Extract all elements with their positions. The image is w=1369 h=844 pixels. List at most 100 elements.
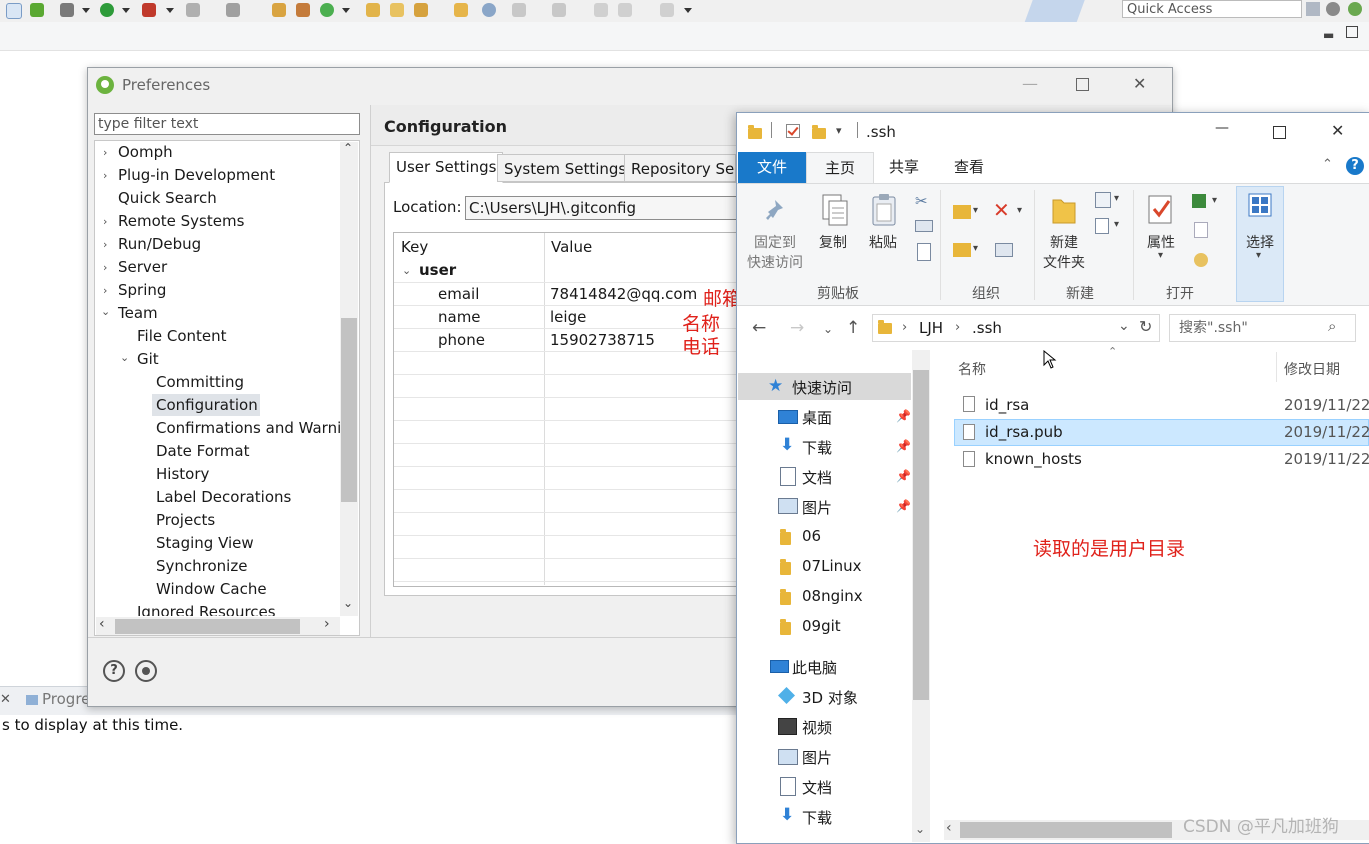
next-annotation-icon[interactable]: [512, 3, 526, 17]
nav-item-pictures[interactable]: 图片: [802, 497, 832, 518]
new-item-icon[interactable]: [1095, 192, 1111, 208]
spring-perspective-icon[interactable]: [1348, 2, 1362, 16]
easy-access-icon[interactable]: [1095, 218, 1109, 234]
tree-item-quick-search[interactable]: Quick Search: [118, 189, 217, 207]
minimize-icon[interactable]: ▬: [1323, 28, 1334, 42]
tree-item-plugin-development[interactable]: Plug-in Development: [118, 166, 275, 184]
tree-item-label-decorations[interactable]: Label Decorations: [156, 488, 291, 506]
tab-user-settings[interactable]: User Settings: [389, 152, 504, 183]
help-icon[interactable]: ?: [103, 660, 125, 682]
tree-item-synchronize[interactable]: Synchronize: [156, 557, 247, 575]
globe-icon[interactable]: [482, 3, 496, 17]
tree-item-git[interactable]: Git: [137, 350, 159, 368]
stop-icon[interactable]: [186, 3, 200, 17]
nav-item-downloads-pc[interactable]: 下载: [802, 807, 832, 828]
quick-access-field[interactable]: Quick Access: [1122, 0, 1302, 18]
tree-item-configuration[interactable]: Configuration: [156, 396, 258, 414]
chevron-right-icon[interactable]: ›: [103, 238, 107, 251]
file-row-name[interactable]: id_rsa.pub: [985, 423, 1063, 441]
refresh-icon[interactable]: ↻: [1139, 317, 1152, 336]
chevron-down-icon[interactable]: ⌄: [1118, 318, 1130, 334]
close-button[interactable]: ✕: [1133, 74, 1146, 93]
ribbon-tab-share[interactable]: 共享: [874, 152, 934, 183]
nav-item-downloads[interactable]: 下载: [802, 437, 832, 458]
address-box[interactable]: [872, 314, 1160, 342]
chevron-down-icon[interactable]: ▾: [1212, 195, 1217, 206]
section-user[interactable]: user: [419, 261, 456, 279]
chevron-down-icon[interactable]: ⌄: [915, 822, 925, 836]
chevron-up-icon[interactable]: ⌃: [343, 141, 353, 155]
nav-scroll-thumb[interactable]: [913, 370, 929, 700]
run-icon[interactable]: [100, 3, 114, 17]
chevron-right-icon[interactable]: ›: [324, 616, 330, 632]
nav-item-this-pc[interactable]: 此电脑: [792, 657, 837, 678]
chevron-left-icon[interactable]: ‹: [946, 820, 952, 836]
chevron-down-icon[interactable]: [342, 8, 350, 13]
back-icon[interactable]: [618, 3, 632, 17]
nav-item-videos[interactable]: 视频: [802, 717, 832, 738]
chevron-down-icon[interactable]: ▾: [1114, 219, 1119, 230]
column-header-date[interactable]: 修改日期: [1284, 359, 1340, 379]
chevron-down-icon[interactable]: ▾: [1158, 250, 1163, 261]
tree-item-spring[interactable]: Spring: [118, 281, 166, 299]
column-divider[interactable]: [544, 233, 545, 585]
chevron-down-icon[interactable]: [684, 8, 692, 13]
nav-item-desktop[interactable]: 桌面: [802, 407, 832, 428]
up-icon[interactable]: ↑: [846, 318, 860, 338]
tree-item-run-debug[interactable]: Run/Debug: [118, 235, 201, 253]
copy-button[interactable]: 复制: [814, 233, 852, 253]
tree-item-confirmations[interactable]: Confirmations and Warnir: [156, 419, 347, 437]
tree-scroll-thumb[interactable]: [341, 318, 357, 502]
file-row-name[interactable]: id_rsa: [985, 396, 1029, 414]
nav-item-3d-objects[interactable]: 3D 对象: [802, 687, 858, 708]
pencil-icon[interactable]: [414, 3, 428, 17]
properties-quick-icon[interactable]: [786, 124, 800, 138]
nav-item-pictures-pc[interactable]: 图片: [802, 747, 832, 768]
chevron-down-icon[interactable]: ⌄: [101, 305, 110, 318]
chevron-down-icon[interactable]: ▾: [1017, 205, 1022, 216]
cut-icon[interactable]: ✂: [915, 192, 928, 210]
nav-item-08nginx[interactable]: 08nginx: [802, 587, 863, 605]
table-row-key[interactable]: phone: [438, 331, 485, 349]
tree-item-staging-view[interactable]: Staging View: [156, 534, 254, 552]
import-export-icon[interactable]: [135, 660, 157, 682]
chevron-right-icon[interactable]: ›: [103, 169, 107, 182]
connect-icon[interactable]: [226, 3, 240, 17]
chevron-down-icon[interactable]: [82, 8, 90, 13]
new-server-icon[interactable]: [272, 3, 286, 17]
chevron-right-icon[interactable]: ›: [103, 261, 107, 274]
breadcrumb-ljh[interactable]: LJH: [919, 319, 943, 337]
tab-repository-settings[interactable]: Repository Se: [624, 154, 736, 182]
key-column-header[interactable]: Key: [401, 238, 428, 256]
tree-item-projects[interactable]: Projects: [156, 511, 215, 529]
column-header-name[interactable]: 名称: [958, 359, 986, 379]
tree-item-file-content[interactable]: File Content: [137, 327, 227, 345]
filter-input[interactable]: type filter text: [94, 113, 360, 135]
maximize-icon[interactable]: [1346, 26, 1358, 38]
open-type-icon[interactable]: [366, 3, 380, 17]
pin-icon[interactable]: 📌: [896, 469, 911, 483]
close-button[interactable]: ✕: [1331, 121, 1344, 140]
chevron-down-icon[interactable]: ⌄: [120, 351, 129, 364]
customize-toolbar-icon[interactable]: ▾: [836, 124, 842, 137]
package-icon[interactable]: [296, 3, 310, 17]
forward-icon[interactable]: [660, 3, 674, 17]
file-row-name[interactable]: known_hosts: [985, 450, 1082, 468]
breadcrumb-separator-icon[interactable]: ›: [955, 320, 960, 335]
new-folder-button[interactable]: 新建 文件夹: [1040, 233, 1088, 273]
ribbon-tab-view[interactable]: 查看: [940, 152, 998, 183]
nav-item-documents-pc[interactable]: 文档: [802, 777, 832, 798]
location-field[interactable]: C:\Users\LJH\.gitconfig: [465, 196, 755, 220]
pin-to-quick-access-button[interactable]: 固定到 快速访问: [744, 233, 806, 273]
pin-icon[interactable]: 📌: [896, 439, 911, 453]
nav-item-06[interactable]: 06: [802, 527, 821, 545]
history-icon[interactable]: [1194, 253, 1208, 267]
new-class-icon[interactable]: [320, 3, 334, 17]
tree-item-history[interactable]: History: [156, 465, 209, 483]
paste-shortcut-icon[interactable]: [917, 243, 931, 261]
prev-annotation-icon[interactable]: [552, 3, 566, 17]
table-row-value[interactable]: 15902738715: [550, 331, 655, 349]
help-icon[interactable]: ?: [1346, 157, 1364, 175]
tree-item-server[interactable]: Server: [118, 258, 167, 276]
tree-item-window-cache[interactable]: Window Cache: [156, 580, 267, 598]
